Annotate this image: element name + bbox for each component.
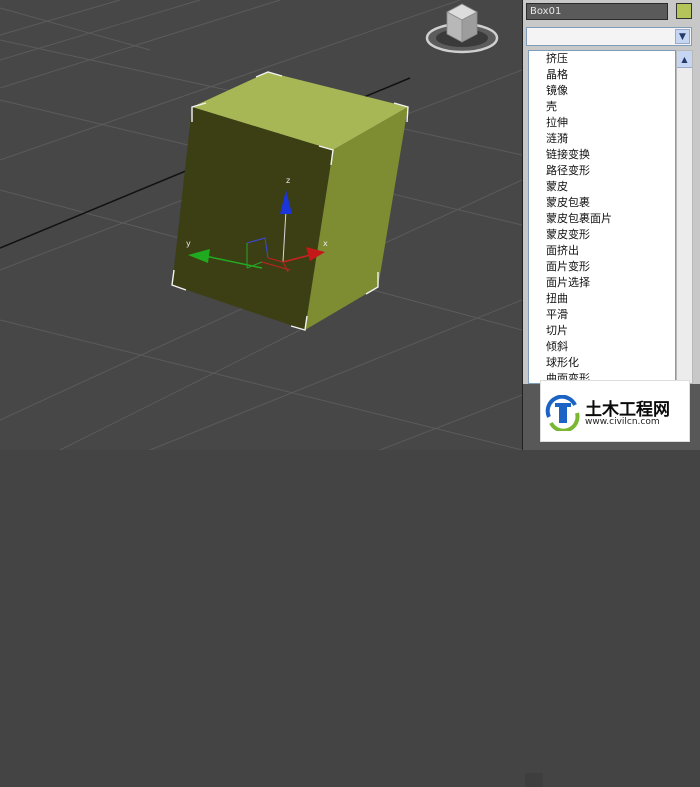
modifier-item[interactable]: 蒙皮变形 — [529, 227, 675, 243]
modifier-item[interactable]: 镜像 — [529, 83, 675, 99]
x-axis-label: x — [323, 239, 328, 248]
perspective-viewport[interactable]: z y x — [0, 0, 522, 450]
z-axis-label: z — [286, 176, 290, 185]
modifier-item[interactable]: 拉伸 — [529, 115, 675, 131]
viewport-scene: z y x — [0, 0, 522, 450]
modifier-item[interactable]: 球形化 — [529, 355, 675, 371]
modifier-item[interactable]: 链接变换 — [529, 147, 675, 163]
modifier-item[interactable]: 涟漪 — [529, 131, 675, 147]
modifier-item[interactable]: 面片变形 — [529, 259, 675, 275]
box01-object[interactable] — [171, 71, 409, 331]
modifier-item[interactable]: 扭曲 — [529, 291, 675, 307]
modifier-item[interactable]: 蒙皮 — [529, 179, 675, 195]
modifier-item[interactable]: 壳 — [529, 99, 675, 115]
watermark-url: www.civilcn.com — [585, 417, 660, 427]
civilcn-logo-icon — [545, 395, 580, 431]
modifier-list-dropdown[interactable]: ▼ — [526, 27, 692, 46]
modifier-item[interactable]: 挤压 — [529, 51, 675, 67]
chevron-up-icon[interactable]: ▲ — [677, 51, 692, 68]
object-color-swatch[interactable] — [676, 3, 692, 19]
chevron-down-icon[interactable]: ▼ — [675, 29, 690, 44]
modifier-item[interactable]: 面片选择 — [529, 275, 675, 291]
modifier-item[interactable]: 晶格 — [529, 67, 675, 83]
viewcube-icon[interactable] — [425, 3, 499, 54]
modifier-item[interactable]: 面挤出 — [529, 243, 675, 259]
modifier-item[interactable]: 蒙皮包裹面片 — [529, 211, 675, 227]
panel-button[interactable] — [525, 773, 543, 787]
modifier-item[interactable]: 蒙皮包裹 — [529, 195, 675, 211]
modifier-item[interactable]: 切片 — [529, 323, 675, 339]
modifier-item[interactable]: 平滑 — [529, 307, 675, 323]
y-axis-label: y — [186, 239, 191, 248]
modifier-item[interactable]: 倾斜 — [529, 339, 675, 355]
modifier-item[interactable]: 路径变形 — [529, 163, 675, 179]
modifier-list-scrollbar[interactable]: ▲ — [676, 50, 693, 384]
modifier-list[interactable]: 挤压 晶格 镜像 壳 拉伸 涟漪 链接变换 路径变形 蒙皮 蒙皮包裹 蒙皮包裹面… — [528, 50, 676, 384]
object-name-field[interactable] — [526, 3, 668, 20]
watermark-logo: 土木工程网 www.civilcn.com — [540, 380, 690, 442]
